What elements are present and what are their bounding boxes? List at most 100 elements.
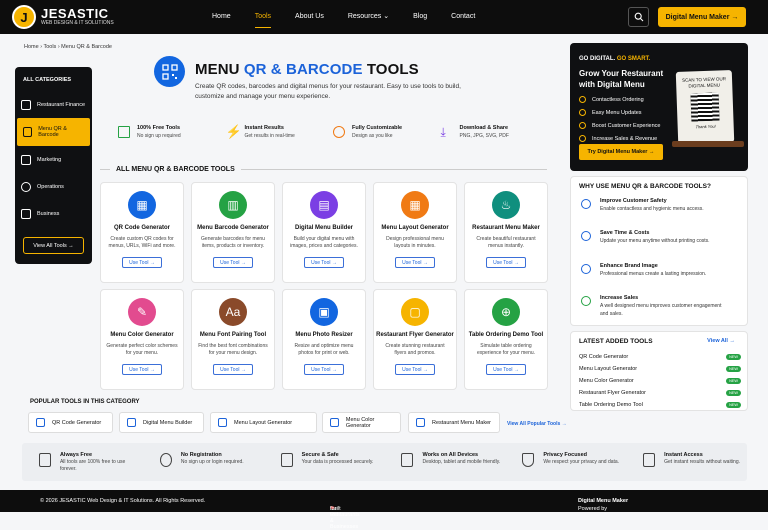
stand-thanks: Thank You! bbox=[695, 123, 716, 130]
qr-code-image bbox=[690, 92, 720, 122]
nav-blog[interactable]: Blog bbox=[413, 0, 427, 34]
trust-title: Always Free bbox=[59, 452, 93, 458]
nav-home[interactable]: Home bbox=[212, 0, 231, 34]
qr-table-stand-image: SCAN TO VIEW OUR DIGITAL MENU Thank You! bbox=[675, 70, 735, 144]
why-item-desc: Update your menu anytime without printin… bbox=[600, 238, 710, 244]
use-tool-button[interactable]: Use Tool → bbox=[213, 364, 253, 375]
footer: © 2026 JESASTIC Web Design & IT Solution… bbox=[0, 490, 768, 530]
category-operations[interactable]: Operations bbox=[15, 173, 92, 200]
menu-book-icon bbox=[127, 418, 136, 427]
tool-description: Find the best font combinations for your… bbox=[198, 343, 268, 356]
popular-tool-menu-layout-generator[interactable]: Menu Layout Generator bbox=[210, 412, 317, 433]
shield-check-icon bbox=[581, 199, 591, 209]
nav-about[interactable]: About Us bbox=[295, 0, 324, 34]
promo-kicker-b: GO SMART. bbox=[616, 56, 651, 62]
section-title: ALL MENU QR & BARCODE TOOLS bbox=[100, 164, 547, 174]
brand-logo[interactable]: J JESASTIC WEB DESIGN & IT SOLUTIONS bbox=[12, 5, 114, 29]
download-icon: ⤓ bbox=[440, 125, 446, 139]
tool-description: Design professional menu layouts in minu… bbox=[386, 236, 444, 249]
footer-built-b: for Restaurants & Businesses bbox=[330, 506, 360, 530]
try-digital-menu-maker-button[interactable]: Try Digital Menu Maker → bbox=[579, 144, 663, 160]
trust-item: No Registration No sign up or login requi… bbox=[143, 443, 264, 481]
trust-item: Always Free All tools are 100% free to us… bbox=[22, 443, 143, 481]
digital-menu-maker-button[interactable]: Digital Menu Maker → bbox=[658, 7, 746, 27]
latest-tool-item[interactable]: Menu Layout Generator NEW bbox=[579, 366, 741, 372]
footer-copyright: © 2026 JESASTIC Web Design & IT Solution… bbox=[40, 498, 206, 504]
use-tool-button[interactable]: Use Tool → bbox=[395, 257, 435, 268]
use-tool-button[interactable]: Use Tool → bbox=[122, 257, 162, 268]
popular-tool-restaurant-menu-maker[interactable]: Restaurant Menu Maker bbox=[408, 412, 500, 433]
nav-contact[interactable]: Contact bbox=[451, 0, 475, 34]
popular-tool-label: Menu Layout Generator bbox=[234, 419, 293, 426]
nav-tools[interactable]: Tools bbox=[254, 0, 272, 34]
category-sidebar-title: ALL CATEGORIES bbox=[23, 77, 72, 83]
popular-tool-digital-menu-builder[interactable]: Digital Menu Builder bbox=[119, 412, 204, 433]
feature-title: Download & Share bbox=[459, 125, 509, 131]
latest-tool-label: Restaurant Flyer Generator bbox=[579, 390, 646, 396]
category-business[interactable]: Business bbox=[15, 200, 92, 227]
page-title: MENU QR & BARCODE TOOLS bbox=[195, 61, 419, 78]
use-tool-button[interactable]: Use Tool → bbox=[486, 257, 526, 268]
breadcrumb[interactable]: Home › Tools › Menu QR & Barcode bbox=[24, 44, 112, 50]
latest-tool-item[interactable]: Restaurant Flyer Generator NEW bbox=[579, 390, 741, 396]
nav-resources-label: Resources bbox=[347, 13, 382, 20]
nav-resources[interactable]: Resources ⌄ bbox=[348, 0, 389, 34]
tool-card-menu-photo-resizer[interactable]: ▣ Menu Photo Resizer Resize and optimize m… bbox=[282, 289, 366, 390]
tool-title: Restaurant Menu Maker bbox=[472, 225, 540, 231]
tool-card-restaurant-menu-maker[interactable]: ♨ Restaurant Menu Maker Create beautiful r… bbox=[464, 182, 548, 283]
tool-card-digital-menu-builder[interactable]: ▤ Digital Menu Builder Build your digital … bbox=[282, 182, 366, 283]
promo-card: GO DIGITAL. GO SMART. Grow Your Restaura… bbox=[570, 43, 748, 171]
popular-tool-qr-code-generator[interactable]: QR Code Generator bbox=[28, 412, 113, 433]
category-menu-qr-barcode[interactable]: Menu QR & Barcode bbox=[17, 118, 90, 146]
footer-powered-link[interactable]: Digital Menu Maker bbox=[578, 498, 628, 504]
use-tool-button[interactable]: Use Tool → bbox=[304, 364, 344, 375]
latest-view-all-link[interactable]: View All → bbox=[707, 338, 735, 344]
new-badge: NEW bbox=[726, 378, 741, 384]
popular-tool-label: Digital Menu Builder bbox=[143, 419, 193, 426]
use-tool-button[interactable]: Use Tool → bbox=[395, 364, 435, 375]
category-restaurant-finance[interactable]: Restaurant Finance bbox=[15, 91, 92, 118]
popular-tool-menu-color-generator[interactable]: Menu Color Generator bbox=[322, 412, 401, 433]
view-all-tools-button[interactable]: View All Tools → bbox=[23, 237, 84, 254]
feature-subtitle: Design as you like bbox=[352, 133, 393, 139]
megaphone-icon bbox=[21, 154, 31, 165]
tool-title: QR Code Generator bbox=[113, 225, 170, 231]
trust-subtitle: Get instant results without waiting. bbox=[664, 459, 741, 465]
popular-tool-label: QR Code Generator bbox=[52, 419, 102, 426]
why-item: Increase Sales A well designed menu impro… bbox=[581, 294, 730, 318]
latest-tools-card: LATEST ADDED TOOLS View All → QR Code Ge… bbox=[570, 331, 748, 411]
category-label: Marketing bbox=[37, 156, 62, 163]
search-button[interactable] bbox=[628, 7, 649, 27]
tool-description: Resize and optimize menu photos for prin… bbox=[294, 343, 354, 356]
popular-tool-label: Menu Color Generator bbox=[345, 416, 375, 429]
why-item-title: Improve Customer Safety bbox=[600, 198, 667, 204]
use-tool-button[interactable]: Use Tool → bbox=[213, 257, 253, 268]
tool-description: Generate barcodes for menu items, produc… bbox=[201, 236, 265, 249]
feature-item: Fully Customizable Design as you like bbox=[333, 124, 441, 146]
tool-card-menu-font-pairing-tool[interactable]: Aa Menu Font Pairing Tool Find the best fo… bbox=[191, 289, 275, 390]
use-tool-button[interactable]: Use Tool → bbox=[486, 364, 526, 375]
tool-title: Menu Font Pairing Tool bbox=[199, 332, 267, 338]
tool-card-menu-barcode-generator[interactable]: ▥ Menu Barcode Generator Generate barcodes… bbox=[191, 182, 275, 283]
tool-card-menu-layout-generator[interactable]: ▦ Menu Layout Generator Design professiona… bbox=[373, 182, 457, 283]
why-item-desc: Enable contactless and hygienic menu acc… bbox=[600, 206, 704, 212]
image-icon: ▣ bbox=[310, 298, 338, 326]
category-marketing[interactable]: Marketing bbox=[15, 146, 92, 173]
latest-tool-item[interactable]: Table Ordering Demo Tool NEW bbox=[579, 402, 741, 408]
user-icon bbox=[159, 453, 172, 467]
latest-tool-item[interactable]: Menu Color Generator NEW bbox=[579, 378, 741, 384]
new-badge: NEW bbox=[726, 366, 741, 372]
use-tool-button[interactable]: Use Tool → bbox=[304, 257, 344, 268]
tool-card-qr-code-generator[interactable]: ▦ QR Code Generator Create custom QR codes… bbox=[100, 182, 184, 283]
use-tool-button[interactable]: Use Tool → bbox=[122, 364, 162, 375]
tool-card-table-ordering-demo[interactable]: ⊕ Table Ordering Demo Tool Simulate table … bbox=[464, 289, 548, 390]
view-all-popular-tools-link[interactable]: View All Popular Tools → bbox=[507, 421, 567, 427]
page-title-part-b: QR & BARCODE bbox=[243, 61, 363, 78]
tool-description: Simulate table ordering experience for y… bbox=[476, 343, 536, 356]
tool-card-restaurant-flyer-generator[interactable]: ▢ Restaurant Flyer Generator Create stunni… bbox=[373, 289, 457, 390]
new-badge: NEW bbox=[726, 402, 741, 408]
latest-tool-item[interactable]: QR Code Generator NEW bbox=[579, 354, 741, 360]
qr-icon bbox=[23, 127, 33, 137]
chef-hat-icon: ♨ bbox=[492, 191, 520, 219]
tool-card-menu-color-generator[interactable]: ✎ Menu Color Generator Generate perfect co… bbox=[100, 289, 184, 390]
